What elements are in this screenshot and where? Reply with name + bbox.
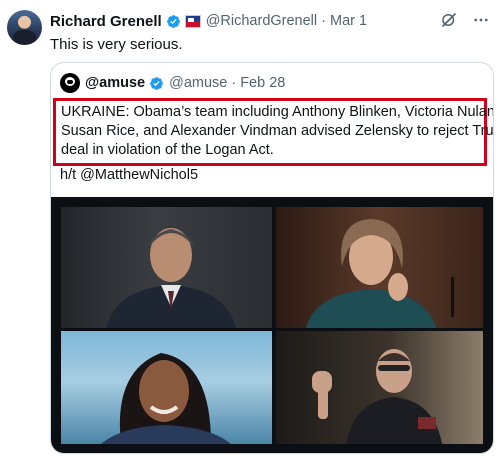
author-avatar[interactable] [7,10,42,45]
verified-badge-icon [150,76,163,90]
photo-woman-at-hearing[interactable] [276,207,483,328]
quoted-tweet[interactable]: @amuse @amuse · Feb 28 UKRAINE: Obama’s … [50,62,494,454]
media-grid[interactable] [51,197,493,453]
separator-dot: · [321,13,326,29]
grok-icon[interactable] [440,11,458,29]
photo-officer-sworn-in[interactable] [276,331,483,444]
highlighted-quote-text: UKRAINE: Obama’s team including Anthony … [53,98,494,166]
quote-text-line: UKRAINE: Obama’s team including Anthony … [61,104,494,120]
photo-man-in-suit[interactable] [61,207,272,328]
author-name[interactable]: Richard Grenell [50,13,162,30]
separator-dot: · [231,75,237,91]
quoted-author-handle: @amuse [169,75,228,91]
tweet-actions-top [440,11,490,29]
tweet-header: Richard Grenell @RichardGrenell · Mar 1 [50,11,367,31]
tweet-text: This is very serious. [50,36,183,53]
quoted-tweet-date: Feb 28 [240,75,286,91]
tweet[interactable]: Richard Grenell @RichardGrenell · Mar 1 … [0,0,500,459]
more-icon[interactable] [472,11,490,29]
quoted-author-name: @amuse [85,75,146,91]
quote-text-line: deal in violation of the Logan Act. [61,142,274,158]
quoted-author-avatar [60,73,80,93]
quote-text-line: Susan Rice, and Alexander Vindman advise… [61,123,494,139]
flag-badge-icon [184,14,201,28]
author-handle[interactable]: @RichardGrenell [206,13,317,29]
verified-badge-icon [166,14,180,28]
tweet-date[interactable]: Mar 1 [330,13,367,29]
hat-tip-text: h/t @MatthewNichol5 [60,167,199,183]
photo-woman-smiling[interactable] [61,331,272,444]
quoted-tweet-header: @amuse @amuse · Feb 28 [60,73,285,93]
